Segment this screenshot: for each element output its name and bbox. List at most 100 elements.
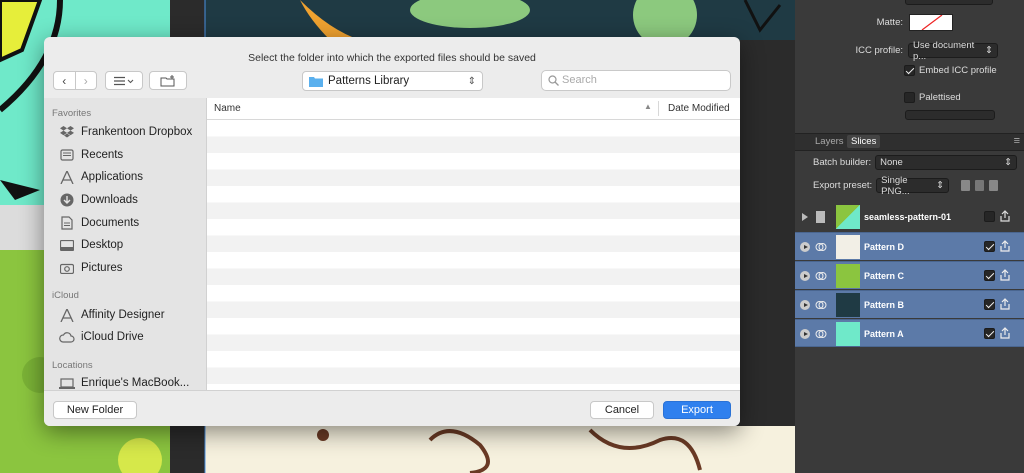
sidebar-item-label: Applications bbox=[81, 171, 144, 183]
slice-checkbox[interactable] bbox=[984, 270, 995, 281]
slice-name: Pattern C bbox=[864, 271, 905, 281]
play-icon[interactable] bbox=[800, 300, 810, 310]
dialog-message: Select the folder into which the exporte… bbox=[248, 52, 536, 64]
palettised-checkbox[interactable] bbox=[904, 92, 915, 103]
new-folder-button[interactable]: New Folder bbox=[53, 401, 137, 419]
slice-thumbnail bbox=[836, 205, 860, 229]
embed-icc-label: Embed ICC profile bbox=[919, 65, 997, 76]
slice-row[interactable]: Pattern C bbox=[795, 261, 1024, 289]
file-list[interactable]: Name ▲ Date Modified bbox=[207, 98, 740, 390]
forward-icon[interactable]: › bbox=[76, 72, 97, 89]
overlap-rings-icon bbox=[815, 272, 827, 280]
matte-swatch[interactable] bbox=[909, 14, 953, 31]
export-preset-select[interactable]: Single PNG... ⇕ bbox=[876, 175, 950, 197]
sort-ascending-icon: ▲ bbox=[644, 102, 652, 111]
overlap-rings-icon bbox=[815, 330, 827, 338]
sidebar-item-label: Pictures bbox=[81, 262, 123, 274]
slice-name: Pattern A bbox=[864, 329, 904, 339]
embed-icc-checkbox[interactable] bbox=[904, 65, 915, 76]
panel-menu-icon[interactable]: ≡ bbox=[1014, 135, 1020, 147]
palettised-label: Palettised bbox=[919, 92, 961, 103]
sidebar-item-label: Documents bbox=[81, 217, 140, 229]
icc-select[interactable]: Use document p... ⇕ bbox=[908, 40, 998, 62]
cloud-icon bbox=[59, 330, 75, 344]
slice-checkbox[interactable] bbox=[984, 328, 995, 339]
delete-preset-icon[interactable] bbox=[975, 180, 985, 191]
new-folder-toolbar-button[interactable] bbox=[149, 71, 187, 90]
slice-checkbox[interactable] bbox=[984, 241, 995, 252]
sidebar-item-applications[interactable]: Applications bbox=[59, 168, 143, 186]
laptop-icon bbox=[59, 376, 75, 390]
panel-top-strip bbox=[795, 0, 1024, 6]
sidebar-item-label: Desktop bbox=[81, 239, 124, 251]
file-list-rows bbox=[207, 120, 740, 390]
slice-name: Pattern B bbox=[864, 300, 905, 310]
right-panel: Matte: ICC profile: Use document p... ⇕ E… bbox=[795, 0, 1024, 473]
cancel-button[interactable]: Cancel bbox=[590, 401, 654, 419]
play-icon[interactable] bbox=[800, 271, 810, 281]
slice-checkbox[interactable] bbox=[984, 299, 995, 310]
list-view-icon bbox=[114, 76, 134, 85]
sidebar-item-label: Downloads bbox=[81, 194, 138, 206]
icloud-header: iCloud bbox=[52, 290, 79, 301]
slice-thumbnail bbox=[836, 322, 860, 346]
icc-row: ICC profile: Use document p... ⇕ bbox=[841, 40, 998, 62]
folder-icon bbox=[309, 76, 323, 87]
overlap-rings-icon bbox=[815, 243, 827, 251]
sidebar-item-desktop[interactable]: Desktop bbox=[59, 236, 123, 254]
file-list-header: Name ▲ Date Modified bbox=[207, 98, 740, 120]
slice-checkbox[interactable] bbox=[984, 211, 995, 222]
sidebar-item-recents[interactable]: Recents bbox=[59, 146, 123, 164]
sidebar-item-icloud-drive[interactable]: iCloud Drive bbox=[59, 328, 144, 346]
play-icon[interactable] bbox=[800, 242, 810, 252]
export-preset-value: Single PNG... bbox=[881, 174, 910, 197]
sidebar-item-documents[interactable]: Documents bbox=[59, 214, 139, 232]
documents-icon bbox=[59, 216, 75, 230]
batch-builder-value: None bbox=[880, 157, 903, 168]
duplicate-preset-icon[interactable] bbox=[961, 180, 971, 191]
column-date-modified[interactable]: Date Modified bbox=[668, 103, 730, 114]
search-icon bbox=[548, 75, 559, 86]
search-field[interactable]: Search bbox=[541, 70, 731, 91]
export-icon[interactable] bbox=[1000, 210, 1010, 222]
add-preset-icon[interactable] bbox=[989, 180, 999, 191]
batch-builder-select[interactable]: None ⇕ bbox=[875, 155, 1018, 170]
export-button[interactable]: Export bbox=[663, 401, 731, 419]
sidebar-item-affinity-designer[interactable]: Affinity Designer bbox=[59, 306, 165, 324]
resample-select[interactable] bbox=[905, 0, 993, 5]
column-name[interactable]: Name bbox=[214, 103, 241, 114]
dialog-footer: New Folder Cancel Export bbox=[44, 390, 740, 426]
updown-icon: ⇕ bbox=[467, 75, 476, 87]
slice-thumbnail bbox=[836, 264, 860, 288]
palettised-row: Palettised bbox=[904, 92, 961, 103]
palette-select[interactable] bbox=[905, 110, 995, 120]
slice-thumbnail bbox=[836, 293, 860, 317]
slice-row[interactable]: Pattern B bbox=[795, 290, 1024, 318]
slice-row[interactable]: Pattern D bbox=[795, 232, 1024, 260]
export-icon[interactable] bbox=[1000, 240, 1010, 252]
pictures-icon bbox=[59, 261, 75, 275]
sidebar-item-pictures[interactable]: Pictures bbox=[59, 259, 123, 277]
location-label: Patterns Library bbox=[328, 75, 410, 87]
slice-thumbnail bbox=[836, 235, 860, 259]
play-icon[interactable] bbox=[800, 329, 810, 339]
sidebar-item-downloads[interactable]: Downloads bbox=[59, 191, 138, 209]
sidebar: Favorites Frankentoon Dropbox Recents Ap… bbox=[44, 98, 207, 390]
tab-slices[interactable]: Slices bbox=[847, 135, 881, 148]
slice-row[interactable]: Pattern A bbox=[795, 319, 1024, 347]
view-mode-button[interactable] bbox=[105, 71, 143, 90]
export-icon[interactable] bbox=[1000, 269, 1010, 281]
export-icon[interactable] bbox=[1000, 327, 1010, 339]
location-popup[interactable]: Patterns Library ⇕ bbox=[302, 71, 483, 91]
affinity-designer-icon bbox=[59, 308, 75, 322]
document-icon bbox=[816, 211, 825, 223]
expand-triangle-icon[interactable] bbox=[802, 213, 808, 221]
sidebar-item-label: Frankentoon Dropbox bbox=[81, 126, 193, 138]
back-icon[interactable]: ‹ bbox=[54, 72, 76, 89]
back-forward-buttons: ‹ › bbox=[53, 71, 97, 90]
slice-row[interactable]: seamless-pattern-01 bbox=[795, 203, 1024, 231]
export-icon[interactable] bbox=[1000, 298, 1010, 310]
tab-layers[interactable]: Layers bbox=[815, 136, 844, 147]
no-color-icon bbox=[921, 15, 943, 30]
sidebar-item-dropbox[interactable]: Frankentoon Dropbox bbox=[59, 123, 192, 141]
